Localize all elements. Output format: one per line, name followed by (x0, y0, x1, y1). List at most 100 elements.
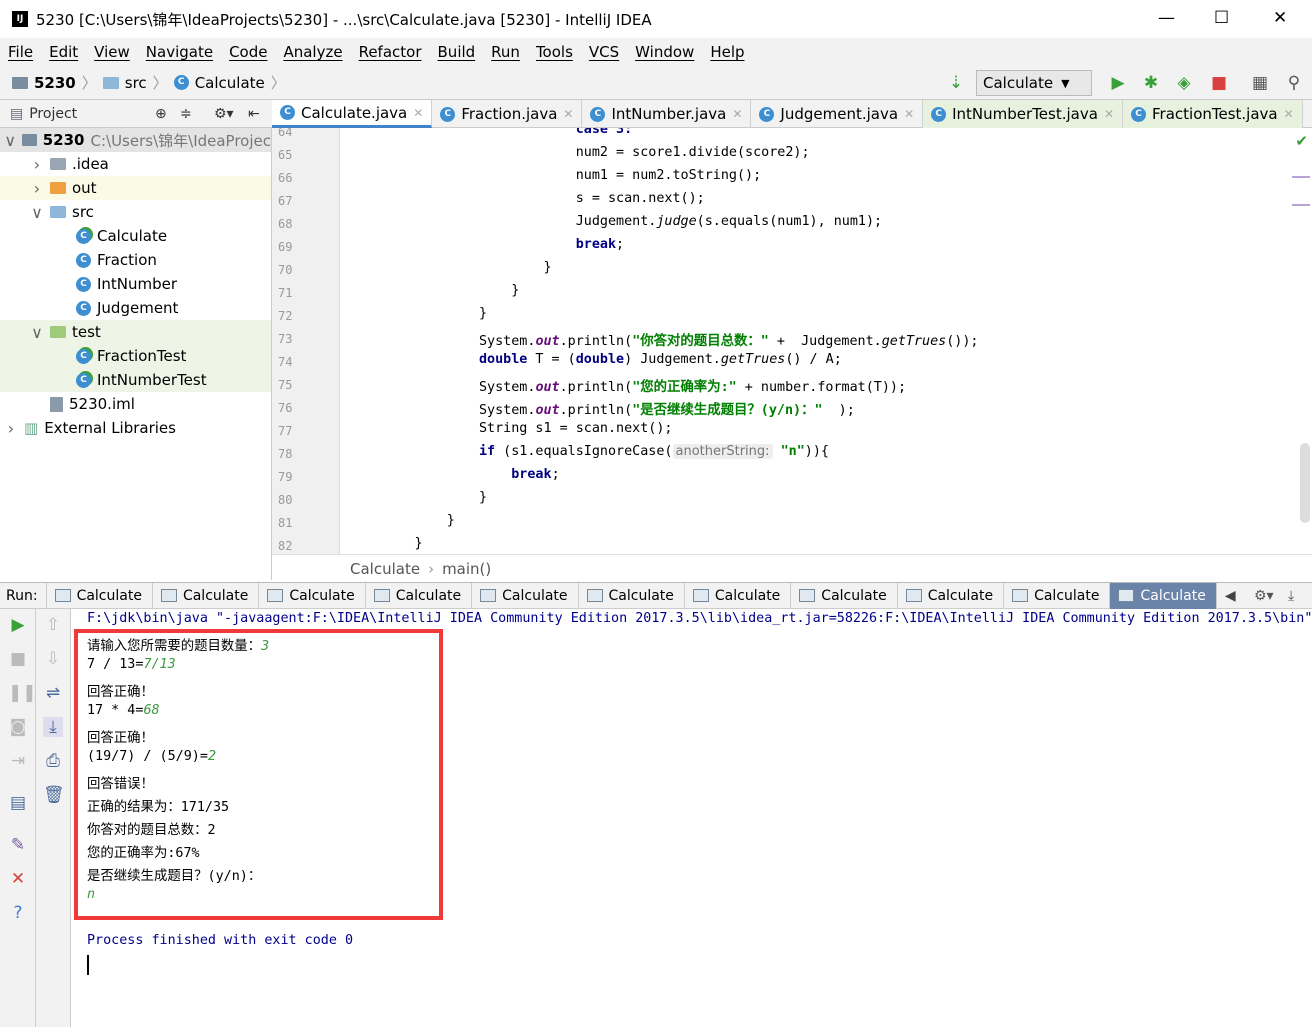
code-line[interactable]: num2 = score1.divide(score2); (350, 145, 810, 160)
menu-file[interactable]: File (8, 43, 33, 61)
run-tab[interactable]: Calculate (685, 582, 792, 609)
chevron-right-icon[interactable]: › (30, 155, 44, 174)
tree-node-intnumber[interactable]: C IntNumber (0, 272, 271, 296)
menu-help[interactable]: Help (710, 43, 744, 61)
menu-view[interactable]: View (94, 43, 130, 61)
close-tab-icon[interactable]: ✕ (904, 107, 914, 121)
run-tab[interactable]: Calculate (898, 582, 1005, 609)
tree-node-intnumbertest[interactable]: C IntNumberTest (0, 368, 271, 392)
tree-node-5230[interactable]: ∨ 5230 C:\Users\锦年\IdeaProjec (0, 128, 271, 152)
hide-icon[interactable]: ⤓ (1288, 588, 1294, 604)
rerun-icon[interactable]: ▶ (8, 615, 28, 635)
chevron-down-icon[interactable]: ∨ (4, 131, 16, 150)
tree-node-out[interactable]: › out (0, 176, 271, 200)
maximize-button[interactable]: ☐ (1214, 8, 1229, 28)
code-line[interactable]: double T = (double) Judgement.getTrues()… (350, 352, 842, 367)
code-editor[interactable]: 64 65 66 67 68 69 70 71 72 73 74 75 76 77 78 79 80 81 82 c… (272, 128, 1312, 554)
menu-vcs[interactable]: VCS (589, 43, 619, 61)
hide-icon[interactable]: ⇤ (248, 106, 260, 122)
chevron-down-icon[interactable]: ∨ (30, 203, 44, 222)
run-tab[interactable]: Calculate (472, 582, 579, 609)
layout-icon[interactable]: ▤ (8, 793, 28, 813)
run-tab[interactable]: Calculate (366, 582, 473, 609)
clear-icon[interactable]: 🗑 (43, 785, 65, 805)
tab-fraction[interactable]: C Fraction.java ✕ (432, 100, 583, 128)
error-stripe-mark[interactable] (1292, 176, 1310, 178)
code-line[interactable]: if (s1.equalsIgnoreCase(anotherString: "… (350, 444, 829, 459)
tab-calculate[interactable]: C Calculate.java ✕ (272, 100, 433, 128)
code-line[interactable]: break; (350, 237, 624, 252)
code-line[interactable]: num1 = num2.toString(); (350, 168, 761, 183)
code-line[interactable]: break; (350, 467, 559, 482)
run-icon[interactable]: ▶ (1108, 73, 1128, 93)
down-icon[interactable]: ⇩ (43, 649, 63, 669)
code-line[interactable]: } (350, 536, 422, 551)
menu-code[interactable]: Code (229, 43, 267, 61)
scroll-to-end-icon[interactable]: ⤓ (43, 717, 63, 737)
scroll-tabs-left-icon[interactable]: ◀ (1225, 588, 1236, 604)
menu-window[interactable]: Window (635, 43, 694, 61)
tree-node-judgement[interactable]: C Judgement (0, 296, 271, 320)
gear-icon[interactable]: ⚙▾ (214, 106, 234, 122)
code-line[interactable]: System.out.println("是否继续生成题目？(y/n)：" ); (350, 398, 855, 418)
breadcrumb-class[interactable]: Calculate (350, 560, 420, 578)
stop-icon[interactable]: ■ (8, 649, 28, 669)
debug-icon[interactable]: ✱ (1141, 73, 1161, 93)
soft-wrap-icon[interactable]: ⇌ (43, 683, 63, 703)
code-line[interactable]: } (350, 490, 487, 505)
minimize-button[interactable]: — (1158, 8, 1175, 28)
code-line[interactable]: s = scan.next(); (350, 191, 705, 206)
code-line[interactable]: System.out.println("您的正确率为:" + number.fo… (350, 375, 906, 395)
chevron-down-icon[interactable]: ∨ (30, 323, 44, 342)
tree-node-calculate[interactable]: C Calculate (0, 224, 271, 248)
run-tab[interactable]: Calculate (791, 582, 898, 609)
tree-node-fraction[interactable]: C Fraction (0, 248, 271, 272)
run-tab[interactable]: Calculate (259, 582, 366, 609)
code-line[interactable]: } (350, 283, 519, 298)
gear-icon[interactable]: ⚙▾ (1254, 588, 1274, 604)
tree-node-5230-iml[interactable]: 5230.iml (0, 392, 271, 416)
pause-icon[interactable]: ❚❚ (8, 683, 37, 703)
close-tab-icon[interactable]: ✕ (1284, 107, 1294, 121)
run-tab[interactable]: Calculate (47, 582, 153, 609)
close-button[interactable]: ✕ (1273, 8, 1287, 28)
search-icon[interactable]: ⚲ (1284, 73, 1304, 93)
tree-node--idea[interactable]: › .idea (0, 152, 271, 176)
up-icon[interactable]: ⇧ (43, 615, 63, 635)
build-icon[interactable]: ⇣ (946, 73, 966, 93)
chevron-right-icon[interactable]: › (4, 419, 18, 438)
code-line[interactable]: Judgement.judge(s.equals(num1), num1); (350, 214, 882, 229)
tree-node-test[interactable]: ∨ test (0, 320, 271, 344)
tree-node-src[interactable]: ∨ src (0, 200, 271, 224)
code-line[interactable]: System.out.println("你答对的题目总数：" + Judgeme… (350, 329, 978, 349)
menu-edit[interactable]: Edit (49, 43, 78, 61)
code-line[interactable]: } (350, 306, 487, 321)
run-tab[interactable]: Calculate (1110, 582, 1217, 609)
run-tab[interactable]: Calculate (1004, 582, 1111, 609)
menu-build[interactable]: Build (438, 43, 476, 61)
tree-node-external-libraries[interactable]: › ▥ External Libraries (0, 416, 271, 440)
tab-intnumber[interactable]: C IntNumber.java ✕ (582, 100, 752, 128)
close-tab-icon[interactable]: ✕ (1104, 107, 1114, 121)
close-icon[interactable]: ✕ (8, 869, 28, 889)
code-line[interactable]: case 3: (350, 128, 632, 137)
locate-icon[interactable]: ⊕ (155, 106, 167, 122)
close-tab-icon[interactable]: ✕ (732, 107, 742, 121)
pin-icon[interactable]: ✎ (8, 835, 28, 855)
close-tab-icon[interactable]: ✕ (413, 106, 423, 120)
breadcrumb-method[interactable]: main() (442, 560, 491, 578)
menu-analyze[interactable]: Analyze (283, 43, 342, 61)
tab-judgement[interactable]: C Judgement.java ✕ (751, 100, 924, 128)
close-tab-icon[interactable]: ✕ (563, 107, 573, 121)
help-icon[interactable]: ? (8, 903, 28, 923)
dump-threads-icon[interactable]: ◙ (8, 717, 28, 737)
collapse-icon[interactable]: ≑ (180, 106, 192, 122)
code-line[interactable]: String s1 = scan.next(); (350, 421, 673, 436)
code-line[interactable]: } (350, 513, 455, 528)
nav-crumb-class[interactable]: C Calculate 〉 (173, 72, 286, 93)
print-icon[interactable]: ⎙ (43, 751, 63, 771)
run-tab[interactable]: Calculate (579, 582, 685, 609)
coverage-icon[interactable]: ◈ (1174, 73, 1194, 93)
nav-crumb-project[interactable]: 5230 〉 (12, 72, 97, 93)
project-structure-icon[interactable]: ▦ (1250, 73, 1270, 93)
